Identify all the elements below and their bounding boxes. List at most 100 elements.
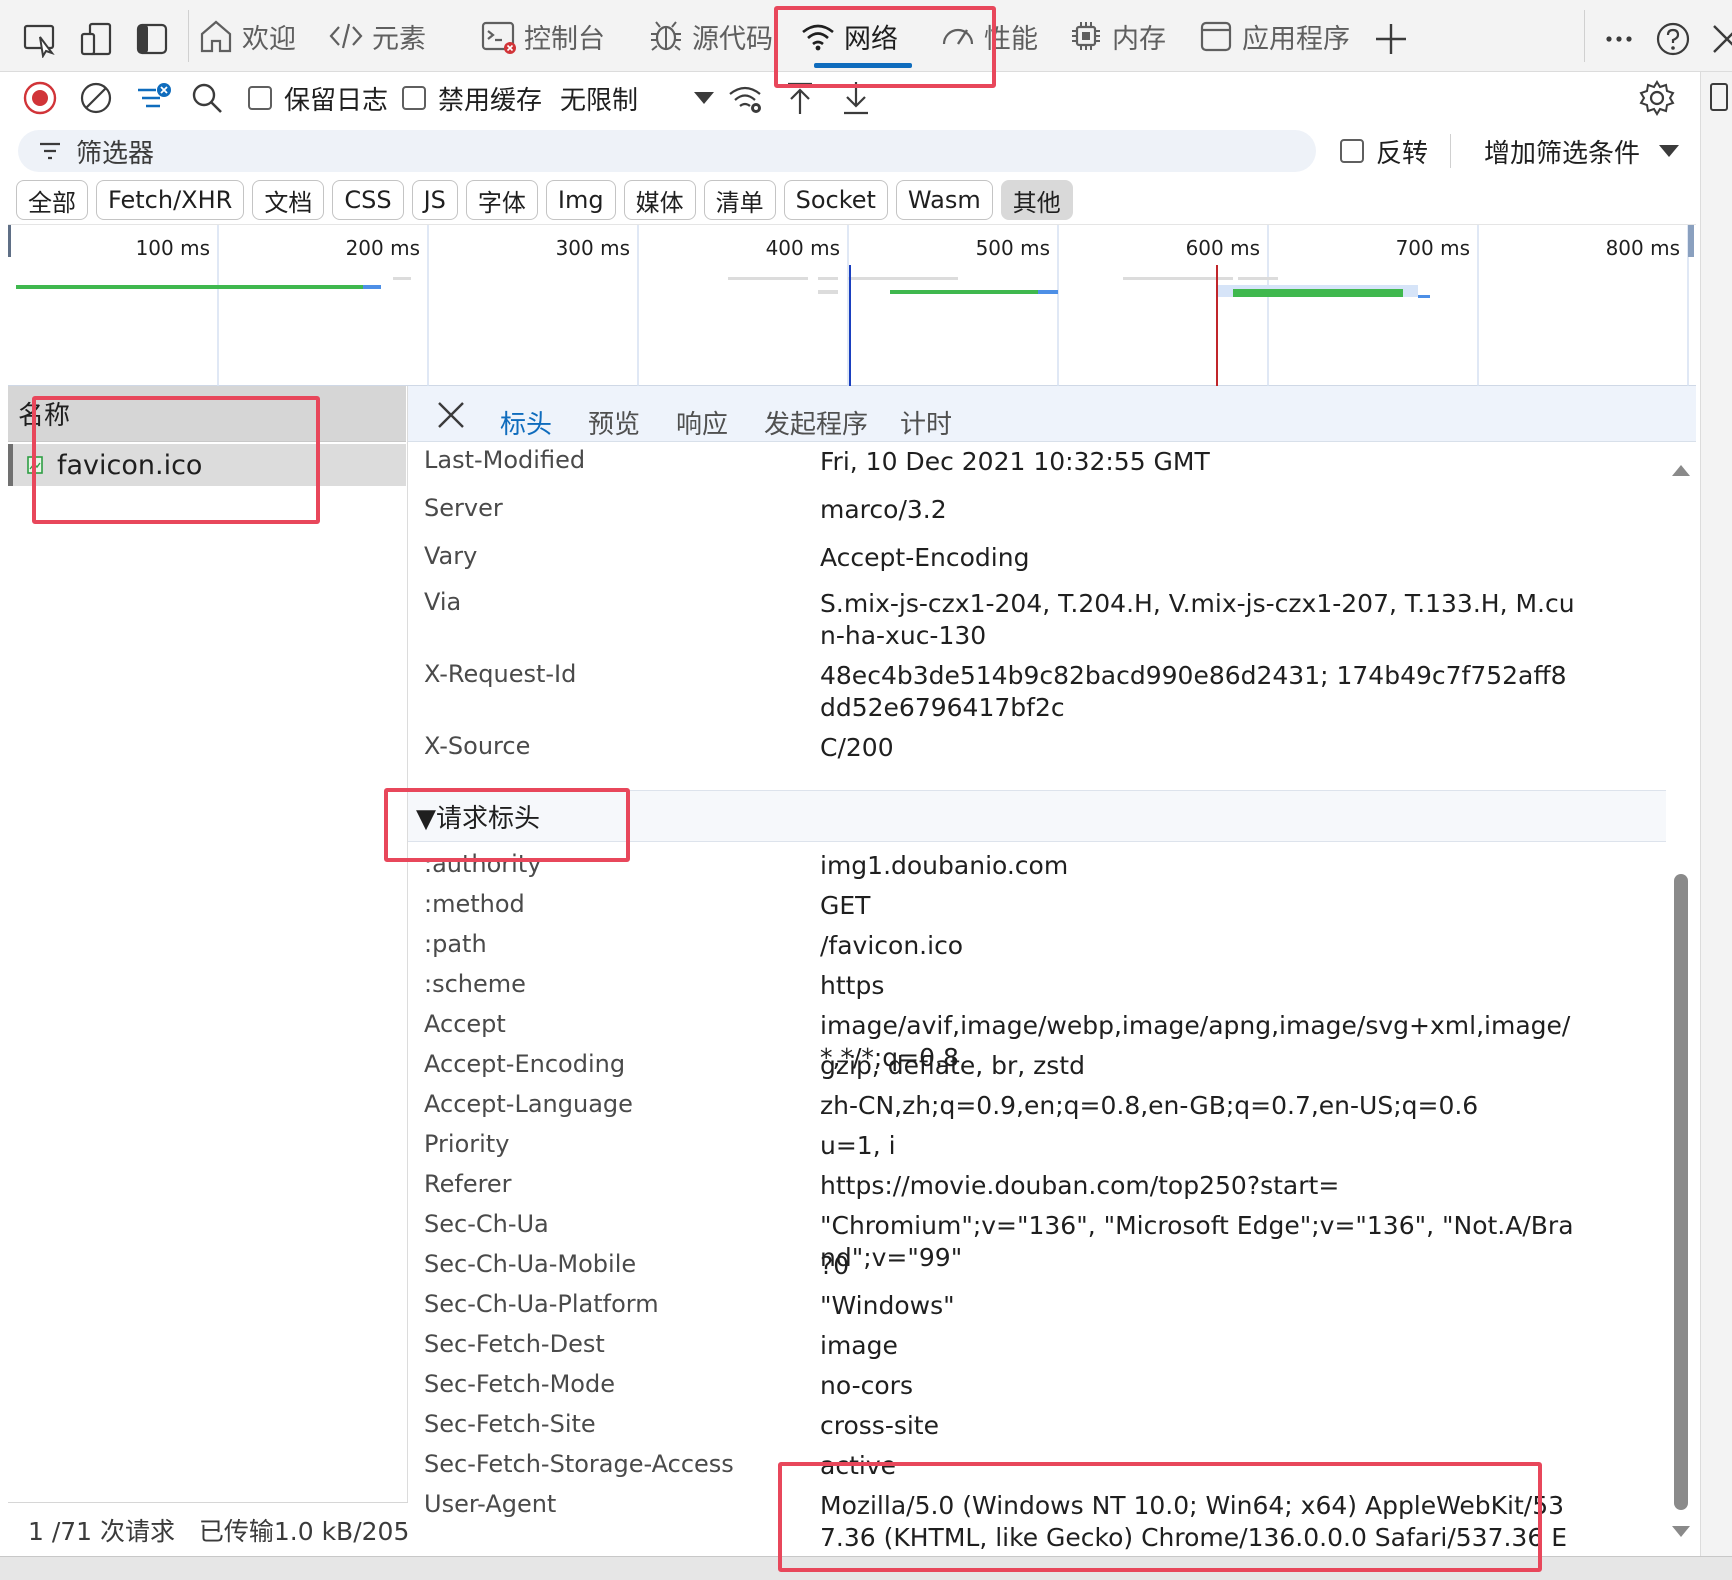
header-value: img1.doubanio.com (820, 851, 1069, 880)
header-name: Sec-Fetch-Mode (424, 1370, 615, 1398)
header-value: Fri, 10 Dec 2021 10:32:55 GMT (820, 447, 1210, 476)
scroll-thumb[interactable] (1674, 874, 1688, 1510)
filter-placeholder: 筛选器 (76, 138, 155, 169)
annotation-box-request-headers (384, 788, 630, 862)
request-summary: 1 /71 次请求 已传输1.0 kB/205 kB (28, 1516, 408, 1546)
scroll-up-icon[interactable] (1666, 460, 1696, 480)
timeline-request-bar (16, 285, 366, 289)
header-value: marco/3.2 (820, 495, 947, 524)
type-filter-chip[interactable]: CSS (332, 180, 404, 220)
disable-cache-checkbox[interactable]: 禁用缓存 (402, 72, 542, 124)
header-name: Sec-Ch-Ua (424, 1210, 549, 1238)
header-value: ?0 (820, 1251, 850, 1280)
checkbox-box[interactable] (1340, 139, 1364, 163)
header-name: Accept (424, 1010, 506, 1038)
network-settings-button[interactable] (1638, 72, 1676, 124)
status-bar: 1 /71 次请求 已传输1.0 kB/205 kB (8, 1502, 408, 1556)
type-filter-chip[interactable]: 字体 (465, 180, 538, 220)
clear-button[interactable] (78, 72, 114, 124)
preserve-log-label: 保留日志 (284, 85, 389, 116)
timeline-request-bar (818, 290, 838, 294)
headers-view: Last-Modified Fri, 10 Dec 2021 10:32:55 G… (408, 442, 1666, 1556)
network-conditions-button[interactable] (726, 72, 764, 124)
details-scrollbar[interactable] (1666, 442, 1696, 1556)
type-filter-chip[interactable]: 全部 (16, 180, 88, 220)
tab-4[interactable]: 源代码 (648, 0, 786, 72)
header-value: https (820, 971, 885, 1000)
header-name: Last-Modified (424, 446, 586, 474)
separator (188, 10, 189, 62)
invert-checkbox[interactable]: 反转 (1340, 124, 1428, 178)
annotation-box-user-agent (778, 1462, 1542, 1572)
timeline-request-bar (1038, 290, 1058, 294)
header-name: Server (424, 494, 503, 522)
type-filter-chip[interactable]: Socket (783, 180, 888, 220)
invert-label: 反转 (1376, 138, 1429, 169)
type-filter-chip[interactable]: 文档 (252, 180, 325, 220)
help-icon[interactable] (1654, 20, 1692, 58)
timeline-tick-label: 700 ms (1396, 236, 1470, 260)
throttling-value: 无限制 (560, 85, 639, 116)
header-value: GET (820, 891, 871, 920)
details-tab[interactable]: 响应 (676, 404, 728, 441)
more-filters-dropdown[interactable]: 增加筛选条件 (1484, 124, 1680, 178)
type-filter-chip[interactable]: Wasm (895, 180, 993, 220)
separator (1584, 10, 1585, 62)
tab-3[interactable]: 控制台 (480, 0, 630, 72)
tab-1[interactable]: 欢迎 (198, 0, 326, 72)
details-tab[interactable]: 标头 (483, 404, 570, 446)
throttling-select[interactable]: 无限制 (560, 72, 716, 124)
header-name: Sec-Ch-Ua-Mobile (424, 1250, 637, 1278)
resource-type-filters: 全部 Fetch/XHR 文档 CSS JS 字体 Img 媒体 清单 Socket Wasm 其他 (16, 180, 1073, 220)
timeline-request-bar (1238, 277, 1278, 280)
tab-7[interactable]: 内存 (1068, 0, 1186, 72)
type-filter-chip[interactable]: Fetch/XHR (96, 180, 245, 220)
side-panel-icon[interactable] (1707, 78, 1732, 118)
disable-cache-label: 禁用缓存 (438, 85, 543, 116)
details-tab[interactable]: 发起程序 (764, 404, 868, 441)
dock-side-icon[interactable] (134, 20, 172, 58)
header-value: image (820, 1331, 898, 1360)
header-name: Sec-Fetch-Site (424, 1410, 596, 1438)
filter-icon (40, 142, 60, 160)
timeline-range-handle[interactable] (8, 225, 11, 257)
preserve-log-checkbox[interactable]: 保留日志 (248, 72, 388, 124)
timeline-request-bar (393, 277, 411, 280)
checkbox-box[interactable] (248, 86, 272, 110)
header-value: u=1, i (820, 1131, 896, 1160)
window-icon (1198, 18, 1242, 54)
add-panel-icon[interactable] (1372, 20, 1410, 58)
details-tab[interactable]: 计时 (900, 404, 952, 441)
filter-input[interactable]: 筛选器 (18, 130, 1316, 172)
timeline-tick-label: 200 ms (346, 236, 420, 260)
checkbox-box[interactable] (402, 86, 426, 110)
header-value: gzip, deflate, br, zstd (820, 1051, 1085, 1080)
details-tab-bar: 标头 预览 响应 发起程序 计时 (408, 386, 1696, 446)
type-filter-chip[interactable]: JS (411, 180, 458, 220)
header-value: S.mix-js-czx1-204, T.204.H, V.mix-js-czx… (820, 589, 1575, 650)
header-name: Referer (424, 1170, 512, 1198)
more-filters-label: 增加筛选条件 (1484, 138, 1641, 169)
details-tab[interactable]: 预览 (588, 404, 640, 441)
inspect-element-icon[interactable] (22, 20, 60, 58)
type-filter-chip[interactable]: 媒体 (623, 180, 696, 220)
type-filter-chip[interactable]: 其他 (1000, 180, 1073, 220)
close-devtools-icon[interactable] (1708, 20, 1732, 58)
tab-2[interactable]: 元素 (328, 0, 458, 72)
type-filter-chip[interactable]: Img (545, 180, 616, 220)
tab-8[interactable]: 应用程序 (1198, 0, 1388, 72)
type-filter-chip[interactable]: 清单 (703, 180, 776, 220)
record-button[interactable] (22, 72, 58, 124)
timeline-tick-label: 500 ms (976, 236, 1050, 260)
header-name: :method (424, 890, 525, 918)
device-emulation-icon[interactable] (78, 20, 116, 58)
bug-icon (648, 18, 692, 54)
more-options-icon[interactable] (1600, 20, 1638, 58)
scroll-down-icon[interactable] (1666, 1522, 1696, 1542)
search-button[interactable] (190, 72, 224, 124)
close-icon[interactable] (436, 400, 466, 430)
overview-timeline[interactable]: 100 ms 200 ms 300 ms 400 ms 500 ms 600 ms 700 … (8, 225, 1696, 387)
filter-toggle-button[interactable] (134, 72, 174, 124)
header-name: Sec-Ch-Ua-Platform (424, 1290, 659, 1318)
timeline-range-handle[interactable] (1688, 225, 1694, 257)
